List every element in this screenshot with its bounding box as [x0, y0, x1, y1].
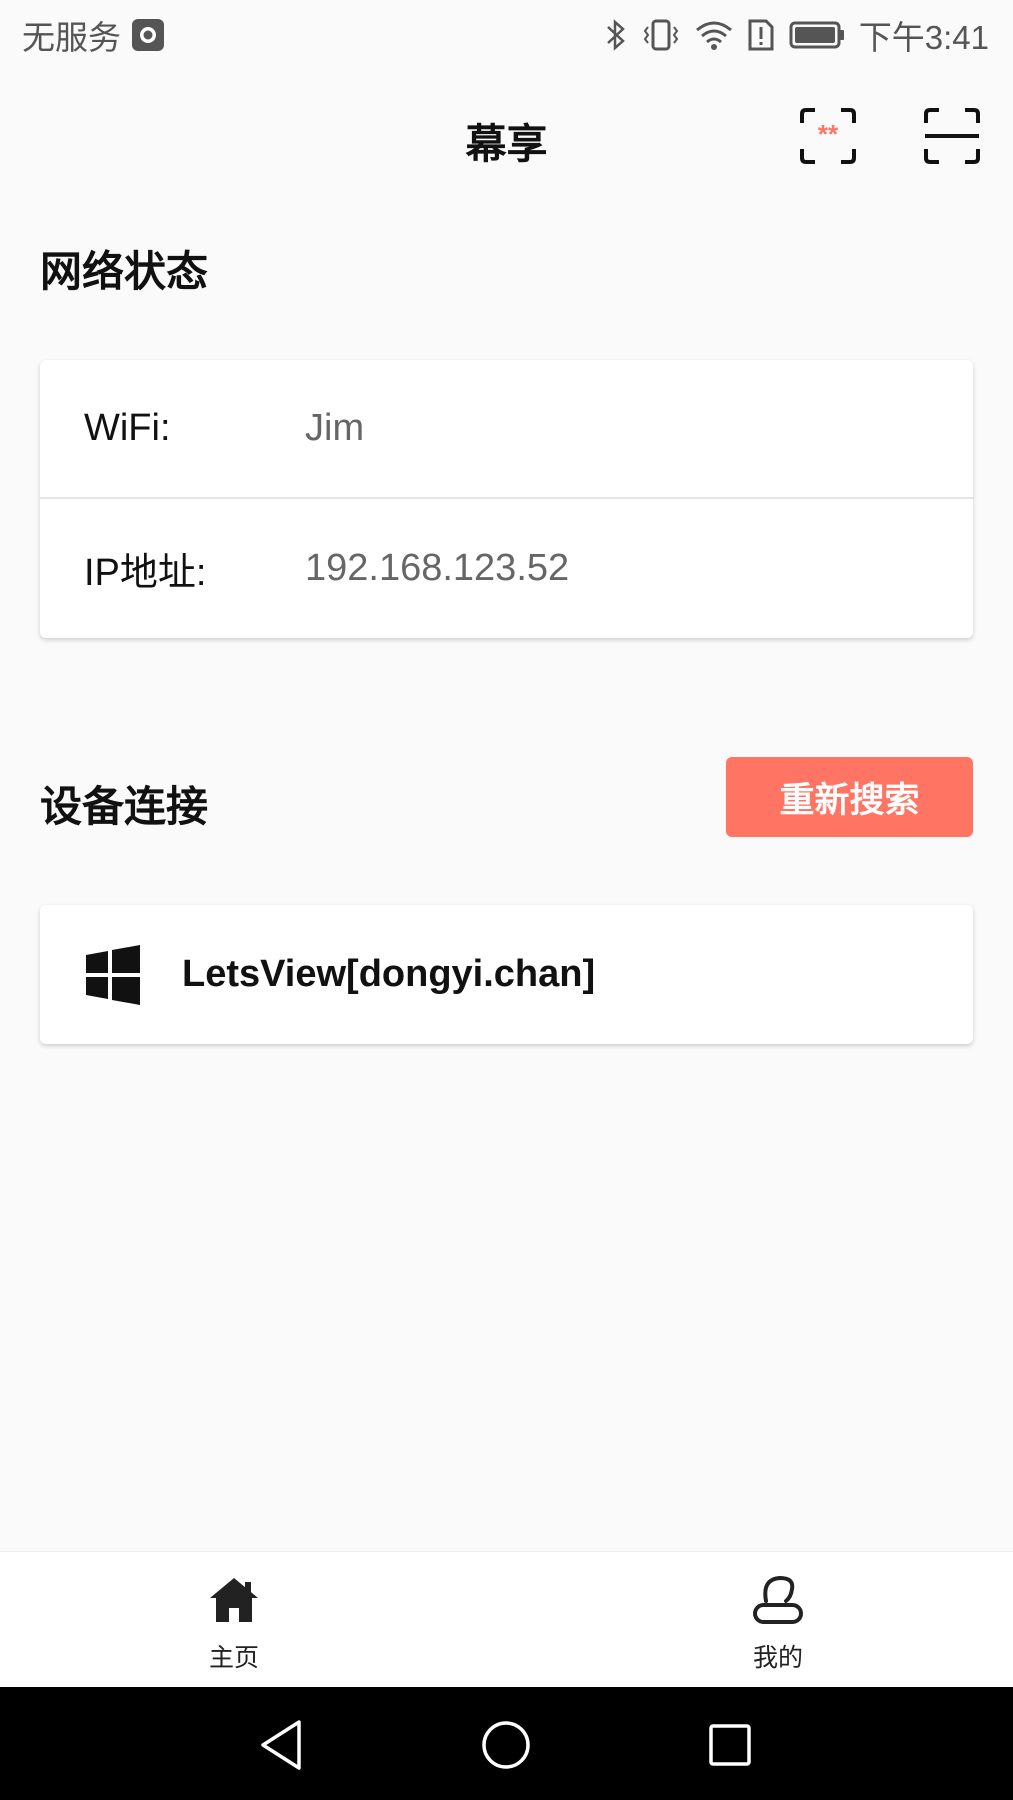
bluetooth-icon — [605, 18, 627, 52]
carrier-text: 无服务 — [22, 19, 121, 56]
recent-apps-button[interactable] — [700, 1715, 760, 1775]
status-right: 下午3:41 — [605, 11, 989, 59]
scan-button[interactable] — [922, 106, 982, 166]
home-button[interactable] — [476, 1715, 536, 1775]
svg-text:**: ** — [818, 119, 839, 149]
status-bar: 无服务 下午3:41 — [0, 0, 1013, 70]
back-triangle-icon — [261, 1720, 301, 1770]
system-nav-bar — [0, 1687, 1013, 1800]
devices-section-title: 设备连接 — [40, 783, 209, 830]
back-button[interactable] — [252, 1715, 312, 1775]
nav-item-mine[interactable]: 我的 — [678, 1552, 878, 1688]
clock-text: 下午3:41 — [858, 19, 989, 56]
wifi-value: Jim — [305, 407, 365, 449]
wifi-row: WiFi: Jim — [40, 360, 973, 499]
device-list-item[interactable]: LetsView[dongyi.chan] — [40, 905, 973, 1044]
home-circle-icon — [482, 1721, 530, 1769]
ip-label: IP地址: — [84, 552, 207, 594]
ip-value: 192.168.123.52 — [305, 547, 570, 589]
research-button[interactable]: 重新搜索 — [726, 757, 973, 837]
app-bar: 幕享 ** — [0, 80, 1013, 190]
nav-item-home[interactable]: 主页 — [134, 1552, 334, 1688]
windows-icon — [86, 945, 140, 1005]
device-name: LetsView[dongyi.chan] — [182, 953, 596, 995]
pin-code-icon: ** — [800, 108, 856, 164]
bottom-nav: 主页 我的 — [0, 1551, 1013, 1687]
recent-square-icon — [709, 1724, 751, 1766]
screen: 无服务 下午3:41 幕享 ** 网络状态 WiFi: Jim IP地址: 19… — [0, 0, 1013, 1800]
vibrate-icon — [641, 18, 681, 52]
scan-icon — [924, 108, 980, 164]
home-icon — [206, 1574, 262, 1626]
wifi-label: WiFi: — [84, 407, 171, 449]
network-section-title: 网络状态 — [40, 248, 209, 295]
nav-label-home: 主页 — [208, 1644, 259, 1672]
network-card: WiFi: Jim IP地址: 192.168.123.52 — [40, 360, 973, 638]
nav-label-mine: 我的 — [752, 1644, 803, 1672]
user-icon — [750, 1574, 806, 1626]
status-left: 无服务 — [22, 11, 165, 59]
camera-notification-icon — [131, 18, 165, 52]
app-title: 幕享 — [465, 121, 548, 167]
wifi-icon — [695, 18, 733, 52]
ip-row: IP地址: 192.168.123.52 — [40, 499, 973, 638]
pin-code-button[interactable]: ** — [798, 106, 858, 166]
battery-icon — [789, 20, 845, 50]
sim-alert-icon — [747, 18, 775, 52]
